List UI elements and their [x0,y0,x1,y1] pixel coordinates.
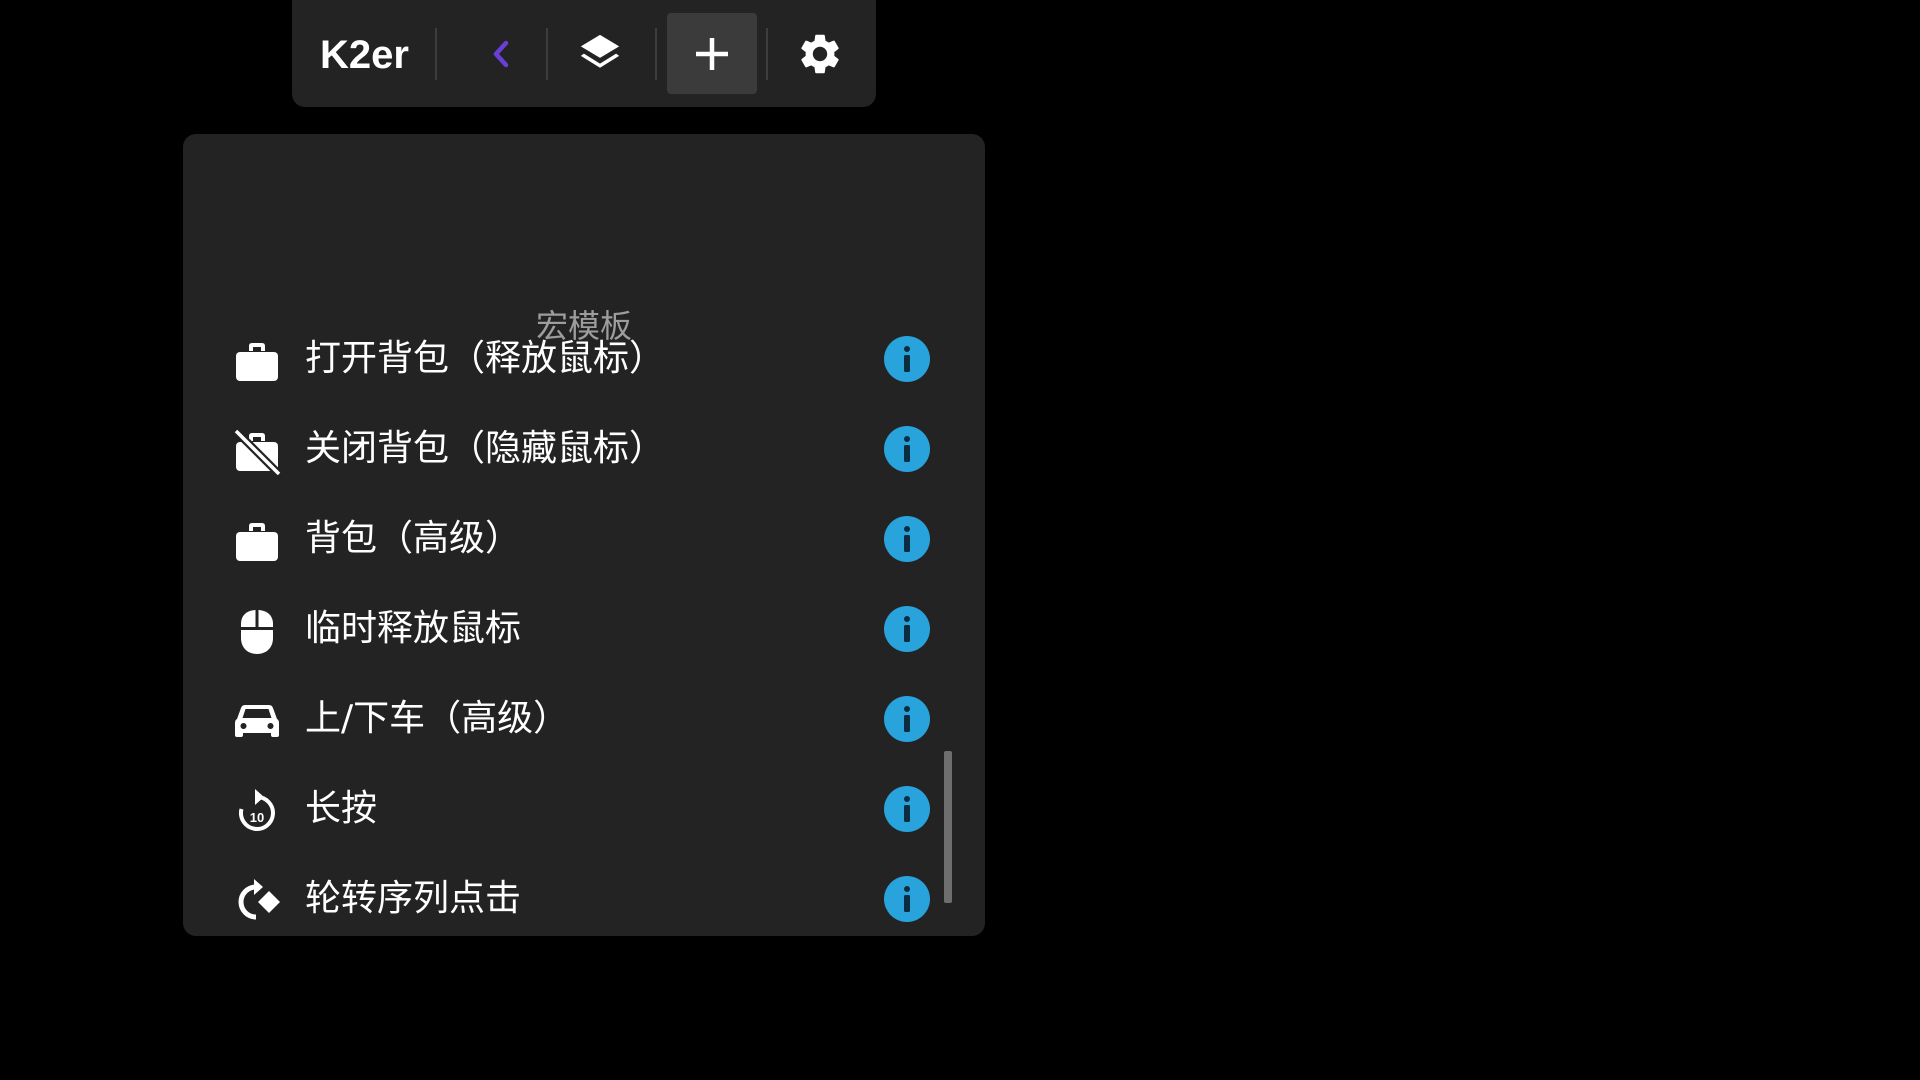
info-button[interactable] [884,336,930,382]
briefcase-icon [233,337,281,385]
gear-icon [801,34,839,74]
list-item-long-press[interactable]: 10 长按 [183,769,985,849]
scrollbar[interactable] [944,751,952,903]
list-item-label: 轮转序列点击 [305,878,522,919]
rotate-sequence-icon [233,877,281,925]
list-item-label: 打开背包（释放鼠标） [305,338,666,379]
toolbar-divider [435,28,437,80]
layers-button[interactable] [556,14,644,94]
list-item-open-backpack[interactable]: 打开背包（释放鼠标） [183,319,985,399]
list-item-label: 关闭背包（隐藏鼠标） [305,428,666,469]
car-icon [233,697,281,745]
briefcase-off-icon [233,427,281,475]
info-button[interactable] [884,786,930,832]
info-icon [904,886,910,912]
brand-title: K2er [320,33,409,77]
info-icon [904,706,910,732]
settings-button[interactable] [776,14,864,94]
list-item-backpack-advanced[interactable]: 背包（高级） [183,499,985,579]
info-button[interactable] [884,426,930,472]
info-button[interactable] [884,606,930,652]
layers-icon [580,34,620,68]
add-button[interactable] [667,13,757,94]
plus-icon [696,37,728,70]
top-toolbar: K2er [292,0,876,107]
list-item-label: 上/下车（高级） [305,698,570,739]
back-button[interactable] [458,14,546,94]
list-item-label: 长按 [305,788,378,829]
info-icon [904,616,910,642]
list-item-label: 背包（高级） [305,518,522,559]
chevron-left-icon [493,40,509,68]
toolbar-divider [766,28,768,80]
info-button[interactable] [884,696,930,742]
macro-template-panel: 宏模板 打开背包（释放鼠标） 关闭背包（隐藏鼠标） 背包（高级） 临时释放鼠标 … [183,134,985,936]
list-item-close-backpack[interactable]: 关闭背包（隐藏鼠标） [183,409,985,489]
info-button[interactable] [884,516,930,562]
briefcase-icon [233,517,281,565]
replay-10-icon: 10 [233,787,281,835]
svg-text:10: 10 [250,810,264,825]
info-button[interactable] [884,876,930,922]
info-icon [904,796,910,822]
info-icon [904,526,910,552]
info-icon [904,436,910,462]
list-item-temp-release-mouse[interactable]: 临时释放鼠标 [183,589,985,669]
list-item-rotate-sequence-click[interactable]: 轮转序列点击 [183,859,985,939]
toolbar-divider [655,28,657,80]
toolbar-divider [546,28,548,80]
info-icon [904,346,910,372]
list-item-vehicle-advanced[interactable]: 上/下车（高级） [183,679,985,759]
mouse-icon [233,607,281,655]
list-item-label: 临时释放鼠标 [305,608,522,649]
